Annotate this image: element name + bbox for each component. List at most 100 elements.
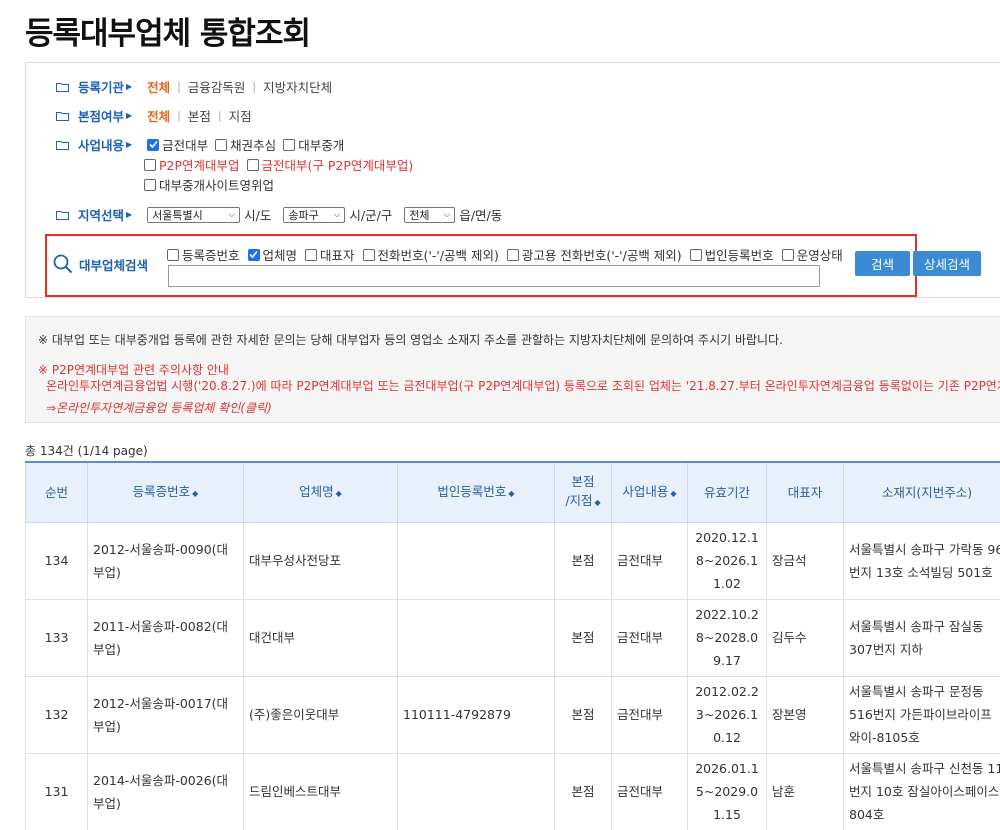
org-option-fss[interactable]: 금융감독원 <box>188 77 246 96</box>
cell-name[interactable]: 대부우성사전당포 <box>243 521 398 600</box>
cell-no: 132 <box>25 675 88 754</box>
sido-select[interactable]: 서울특별시 ⌵ <box>147 206 241 223</box>
search-option-reg-no[interactable]: 등록증번호 <box>167 245 240 264</box>
table-row[interactable]: 133 2011-서울송파-0082(대부업) 대건대부 본점 금전대부 202… <box>25 598 1000 677</box>
checkbox[interactable] <box>144 158 156 171</box>
sort-icon[interactable]: ◆ <box>670 489 676 498</box>
search-option-label: 업체명 <box>262 248 298 263</box>
header-business[interactable]: 사업내용 ◆ <box>611 461 688 523</box>
divider: | <box>177 109 181 122</box>
sido-select-value: 서울특별시 <box>152 208 203 222</box>
sigungu-suffix: 시/군/구 <box>349 208 393 223</box>
business-checkbox-loan[interactable]: 금전대부 <box>147 135 208 154</box>
cell-reg-no: 2014-서울송파-0026(대부업) <box>87 752 244 830</box>
checkbox[interactable] <box>144 178 156 191</box>
cell-address: 서울특별시 송파구 문정동 516번지 가든파이브라이프 와이-8105호 <box>843 675 1000 754</box>
detail-search-button[interactable]: 상세검색 <box>913 251 981 276</box>
table-header-row: 순번 등록증번호 ◆ 업체명 ◆ 법인등록번호 ◆ 본점/지점 ◆ 사업내용 ◆ 유효기간… <box>25 461 1000 523</box>
cell-address: 서울특별시 송파구 가락동 96번지 13호 소석빌딩 501호 <box>843 521 1000 600</box>
search-option-status[interactable]: 운영상태 <box>781 245 843 264</box>
cell-name[interactable]: 대건대부 <box>243 598 398 677</box>
header-no: 순번 <box>25 461 88 523</box>
filter-org-row: 등록기관 ▶ 전체 | 금융감독원 | 지방자치단체 <box>56 77 332 96</box>
cell-ceo: 장금석 <box>766 521 844 600</box>
business-checkbox-loan-old-p2p[interactable]: 금전대부(구 P2P연계대부업) <box>246 155 413 174</box>
header-corp-no[interactable]: 법인등록번호 ◆ <box>397 461 555 523</box>
business-checkbox-broker-site[interactable]: 대부중개사이트영위업 <box>144 175 274 194</box>
branch-option-head[interactable]: 본점 <box>188 106 211 125</box>
filter-branch-row: 본점여부 ▶ 전체 | 본점 | 지점 <box>56 106 252 125</box>
cell-branch: 본점 <box>554 675 612 754</box>
cell-reg-no: 2012-서울송파-0090(대부업) <box>87 521 244 600</box>
sort-icon[interactable]: ◆ <box>192 489 198 498</box>
org-option-local[interactable]: 지방자치단체 <box>263 77 332 96</box>
page-title: 등록대부업체 통합조회 <box>25 16 311 52</box>
branch-option-all[interactable]: 전체 <box>147 106 170 125</box>
business-checkbox-p2p[interactable]: P2P연계대부업 <box>144 155 240 174</box>
search-button[interactable]: 검색 <box>855 251 910 276</box>
checkbox[interactable] <box>506 248 519 261</box>
cell-no: 133 <box>25 598 88 677</box>
business-checkbox-broker[interactable]: 대부중개 <box>283 135 344 154</box>
search-option-ceo[interactable]: 대표자 <box>305 245 355 264</box>
checkbox[interactable] <box>362 248 375 261</box>
search-option-phone[interactable]: 전화번호('-'/공백 제외) <box>362 245 499 264</box>
checkbox[interactable] <box>215 138 228 151</box>
checkbox[interactable] <box>167 248 179 261</box>
checkbox[interactable] <box>781 248 794 261</box>
checkbox[interactable] <box>689 248 702 261</box>
table-row[interactable]: 134 2012-서울송파-0090(대부업) 대부우성사전당포 본점 금전대부… <box>25 521 1000 600</box>
cell-branch: 본점 <box>554 598 612 677</box>
table-row[interactable]: 131 2014-서울송파-0026(대부업) 드림인베스트대부 본점 금전대부… <box>25 752 1000 830</box>
cell-branch: 본점 <box>554 521 612 600</box>
search-input[interactable] <box>168 265 820 287</box>
search-option-ad-phone[interactable]: 광고용 전화번호('-'/공백 제외) <box>506 245 682 264</box>
header-name[interactable]: 업체명 ◆ <box>243 461 398 523</box>
header-reg-no[interactable]: 등록증번호 ◆ <box>87 461 244 523</box>
sigungu-select[interactable]: 송파구 ⌵ <box>283 206 346 223</box>
org-option-all[interactable]: 전체 <box>147 77 170 96</box>
sort-icon[interactable]: ◆ <box>336 489 342 498</box>
cell-no: 134 <box>25 521 88 600</box>
branch-option-branch[interactable]: 지점 <box>229 106 252 125</box>
search-option-label: 운영상태 <box>796 248 843 263</box>
checkbox[interactable] <box>283 138 296 151</box>
cell-name[interactable]: (주)좋은이웃대부 <box>243 675 398 754</box>
p2p-registered-link[interactable]: ⇒온라인투자연계금융업 등록업체 확인(클릭) <box>46 399 272 416</box>
search-option-name[interactable]: 업체명 <box>247 245 298 264</box>
business-label-broker-site: 대부중개사이트영위업 <box>159 178 275 193</box>
business-checkbox-collect[interactable]: 채권추심 <box>215 135 276 154</box>
cell-name[interactable]: 드림인베스트대부 <box>243 752 398 830</box>
cell-business: 금전대부 <box>611 675 688 754</box>
eupmyeondong-select[interactable]: 전체 ⌵ <box>404 206 456 223</box>
search-option-label: 등록증번호 <box>182 248 240 263</box>
search-icon <box>53 254 73 274</box>
divider: | <box>252 80 257 93</box>
business-label-broker: 대부중개 <box>298 138 345 153</box>
cell-ceo: 김두수 <box>766 598 844 677</box>
checkbox[interactable] <box>246 158 259 171</box>
sort-icon[interactable]: ◆ <box>508 489 514 498</box>
filter-business-label: 사업내용 <box>78 138 125 153</box>
table-row[interactable]: 132 2012-서울송파-0017(대부업) (주)좋은이웃대부 110111… <box>25 675 1000 754</box>
cell-corp-no <box>397 521 555 600</box>
cell-ceo: 장본영 <box>766 675 844 754</box>
header-branch[interactable]: 본점/지점 ◆ <box>554 461 612 523</box>
search-option-corp-no[interactable]: 법인등록번호 <box>689 245 774 264</box>
filter-business-row: 사업내용 ▶ 금전대부 채권추심 대부중개 <box>56 135 351 154</box>
cell-business: 금전대부 <box>611 598 688 677</box>
cell-branch: 본점 <box>554 752 612 830</box>
checkbox-checked[interactable] <box>247 248 260 261</box>
results-table: 순번 등록증번호 ◆ 업체명 ◆ 법인등록번호 ◆ 본점/지점 ◆ 사업내용 ◆ 유효기간… <box>25 461 1000 830</box>
filter-business-row-2: P2P연계대부업 금전대부(구 P2P연계대부업) <box>144 155 420 174</box>
checkbox[interactable] <box>305 248 318 261</box>
search-title: 대부업체검색 <box>53 254 148 274</box>
cell-reg-no: 2011-서울송파-0082(대부업) <box>87 598 244 677</box>
checkbox-checked[interactable] <box>147 138 160 151</box>
business-label-collect: 채권추심 <box>230 138 277 153</box>
chevron-right-icon: ▶ <box>126 111 133 120</box>
chevron-right-icon: ▶ <box>126 140 133 149</box>
sort-icon[interactable]: ◆ <box>595 498 601 507</box>
business-label-loan: 금전대부 <box>162 138 209 153</box>
search-option-label: 광고용 전화번호('-'/공백 제외) <box>521 248 682 263</box>
